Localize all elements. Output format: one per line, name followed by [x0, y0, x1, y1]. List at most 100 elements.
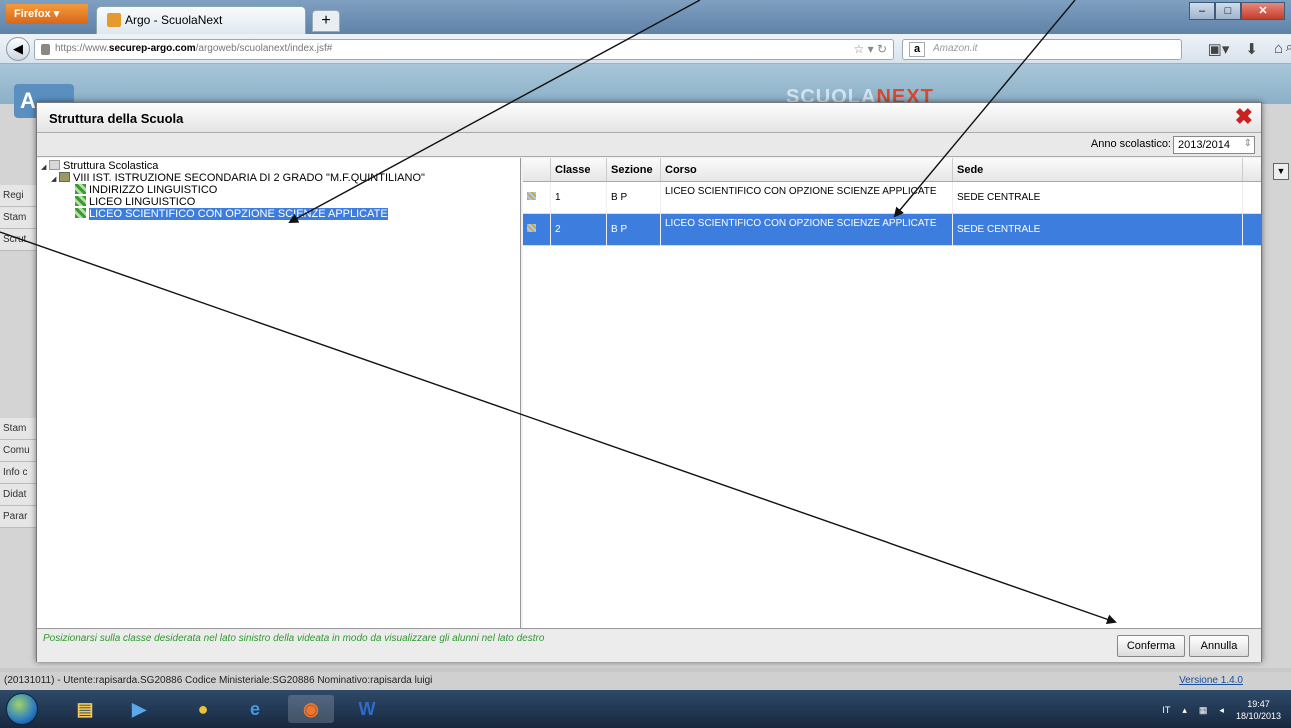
left-menu-bottom: Stam Comu Info c Didat Parar — [0, 418, 38, 528]
left-menu-item[interactable]: Scrut — [0, 229, 38, 251]
spinner-icon[interactable]: ⇕ — [1244, 138, 1252, 149]
windows-taskbar: ▤ ▶ ● e ◉ W IT ▴ ▦ ◂ 19:47 18/10/2013 — [0, 690, 1291, 728]
tree-node-school[interactable]: ◢ VIII IST. ISTRUZIONE SECONDARIA DI 2 GR… — [37, 172, 520, 184]
anno-scolastico-label: Anno scolastico: — [1090, 138, 1171, 150]
bookmarks-icon[interactable]: ▣▾ — [1208, 40, 1230, 58]
cell-sezione: B P — [607, 182, 661, 213]
anno-scolastico-value: 2013/2014 — [1178, 139, 1230, 151]
firefox-menu-label: Firefox — [14, 8, 51, 20]
reload-icon[interactable]: ↻ — [877, 42, 887, 56]
clock-date: 18/10/2013 — [1235, 711, 1281, 721]
browser-tab[interactable]: Argo - ScuolaNext — [96, 6, 306, 34]
cell-corso: LICEO SCIENTIFICO CON OPZIONE SCIENZE AP… — [661, 182, 953, 213]
course-icon — [75, 184, 86, 194]
window-close-icon[interactable]: ✕ — [1241, 2, 1285, 20]
tree-node-course[interactable]: LICEO LINGUISTICO — [37, 196, 520, 208]
school-icon — [59, 172, 70, 182]
cancel-button[interactable]: Annulla — [1189, 635, 1249, 657]
dropdown-arrow-icon[interactable]: ▼ — [1273, 163, 1289, 180]
tree-node-course-selected[interactable]: LICEO SCIENTIFICO CON OPZIONE SCIENZE AP… — [37, 208, 520, 220]
dialog-title: Struttura della Scuola — [49, 111, 184, 126]
url-host: securep-argo.com — [108, 43, 196, 54]
status-bar: (20131011) - Utente:rapisarda.SG20886 Co… — [0, 672, 1291, 690]
tree-node-course[interactable]: INDIRIZZO LINGUISTICO — [37, 184, 520, 196]
argo-favicon-icon — [107, 13, 121, 27]
version-link[interactable]: Versione 1.4.0 — [1179, 675, 1243, 686]
downloads-icon[interactable]: ⬇ — [1245, 40, 1258, 58]
cell-sezione: B P — [607, 214, 661, 245]
word-taskbar-icon[interactable]: W — [344, 695, 390, 723]
grid-header: Classe Sezione Corso Sede — [523, 158, 1261, 182]
url-path: /argoweb/scuolanext/index.jsf# — [195, 43, 333, 54]
tree-label: Struttura Scolastica — [63, 160, 159, 172]
grid-header-icon-col — [523, 158, 551, 181]
chrome-taskbar-icon[interactable]: ● — [180, 695, 226, 723]
column-header[interactable]: Sezione — [607, 158, 661, 181]
maximize-icon[interactable]: □ — [1215, 2, 1241, 20]
start-button-icon[interactable] — [6, 693, 38, 725]
anno-scolastico-field[interactable]: 2013/2014 ⇕ — [1173, 136, 1255, 154]
dialog-close-icon[interactable]: ✖ — [1235, 106, 1253, 128]
tree-label: LICEO LINGUISTICO — [89, 196, 196, 208]
home-icon[interactable]: ⌂ — [1274, 40, 1283, 58]
firefox-menu-button[interactable]: Firefox ▾ — [6, 4, 88, 24]
search-placeholder: Amazon.it — [933, 43, 978, 54]
school-structure-dialog: Struttura della Scuola ✖ Anno scolastico… — [36, 102, 1262, 662]
url-bar-actions: ☆ ▾ ↻ — [853, 42, 887, 56]
row-icon-cell — [523, 182, 551, 213]
amazon-engine-icon[interactable]: a — [909, 42, 925, 57]
column-header[interactable]: Sede — [953, 158, 1243, 181]
dialog-toolbar: Anno scolastico: 2013/2014 ⇕ — [37, 133, 1261, 157]
search-icon[interactable]: ⌕ — [1286, 39, 1291, 55]
back-button[interactable]: ◀ — [6, 37, 30, 61]
course-icon — [75, 196, 86, 206]
confirm-button[interactable]: Conferma — [1117, 635, 1185, 657]
left-menu-item[interactable]: Regi — [0, 185, 38, 207]
search-bar[interactable]: a Amazon.it ⌕ — [902, 39, 1291, 60]
left-menu-item[interactable]: Didat — [0, 484, 38, 506]
tab-title: Argo - ScuolaNext — [125, 13, 223, 27]
minimize-icon[interactable]: – — [1189, 2, 1215, 20]
network-icon[interactable]: ▦ — [1199, 705, 1208, 716]
left-menu-top: Regi Stam Scrut — [0, 185, 38, 251]
navigation-bar: ◀ https://www.securep-argo.com/argoweb/s… — [0, 34, 1291, 64]
tree-label: LICEO SCIENTIFICO CON OPZIONE SCIENZE AP… — [89, 208, 388, 220]
cell-corso: LICEO SCIENTIFICO CON OPZIONE SCIENZE AP… — [661, 214, 953, 245]
cell-sede: SEDE CENTRALE — [953, 214, 1243, 245]
left-menu-item[interactable]: Info c — [0, 462, 38, 484]
clock-time: 19:47 — [1247, 699, 1270, 709]
language-indicator[interactable]: IT — [1162, 705, 1170, 715]
tree-label: INDIRIZZO LINGUISTICO — [89, 184, 218, 196]
new-tab-button[interactable]: + — [312, 10, 340, 32]
window-controls: – □ ✕ — [1189, 2, 1285, 20]
tree-label: VIII IST. ISTRUZIONE SECONDARIA DI 2 GRA… — [73, 172, 425, 184]
firefox-taskbar-icon[interactable]: ◉ — [288, 695, 334, 723]
url-bar[interactable]: https://www.securep-argo.com/argoweb/scu… — [34, 39, 894, 60]
dialog-title-bar: Struttura della Scuola ✖ — [37, 103, 1261, 133]
toolbar-icons: ▣▾ ⬇ ⌂ — [1208, 40, 1283, 58]
clock[interactable]: 19:47 18/10/2013 — [1236, 698, 1281, 722]
tree-node-root[interactable]: ◢ Struttura Scolastica — [37, 160, 520, 172]
folder-icon — [49, 160, 60, 170]
cell-classe: 2 — [551, 214, 607, 245]
internet-explorer-taskbar-icon[interactable]: e — [232, 695, 278, 723]
structure-tree: ◢ Struttura Scolastica ◢ VIII IST. ISTRUZI… — [37, 158, 521, 628]
media-player-taskbar-icon[interactable]: ▶ — [116, 695, 162, 723]
explorer-taskbar-icon[interactable]: ▤ — [62, 695, 108, 723]
classes-grid: Classe Sezione Corso Sede 1 B P LICEO SC… — [523, 158, 1261, 628]
left-menu-item[interactable]: Parar — [0, 506, 38, 528]
lock-icon — [41, 44, 50, 55]
tray-arrow-icon[interactable]: ▴ — [1182, 705, 1187, 716]
left-menu-item[interactable]: Comu — [0, 440, 38, 462]
left-menu-item[interactable]: Stam — [0, 418, 38, 440]
instruction-hint: Posizionarsi sulla classe desiderata nel… — [43, 633, 545, 644]
bookmark-star-icon[interactable]: ☆ — [853, 42, 864, 56]
url-prefix: https://www. — [55, 43, 109, 54]
table-row[interactable]: 1 B P LICEO SCIENTIFICO CON OPZIONE SCIE… — [523, 182, 1261, 214]
table-row-selected[interactable]: 2 B P LICEO SCIENTIFICO CON OPZIONE SCIE… — [523, 214, 1261, 246]
dialog-footer: Posizionarsi sulla classe desiderata nel… — [37, 628, 1261, 662]
column-header[interactable]: Classe — [551, 158, 607, 181]
left-menu-item[interactable]: Stam — [0, 207, 38, 229]
volume-icon[interactable]: ◂ — [1219, 705, 1224, 716]
column-header[interactable]: Corso — [661, 158, 953, 181]
